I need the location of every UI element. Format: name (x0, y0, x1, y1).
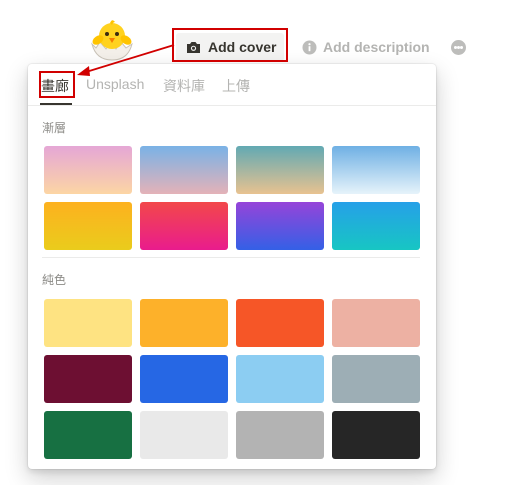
add-description-label: Add description (323, 39, 430, 55)
solid-section-label: 純色 (42, 273, 67, 287)
gradient-blue-rose[interactable] (140, 146, 228, 194)
gradient-blue-cyan[interactable] (332, 202, 420, 250)
gradient-teal-sand[interactable] (236, 146, 324, 194)
annotation-box-gallery-tab (39, 71, 75, 98)
solid-blue[interactable] (140, 355, 228, 403)
solid-maroon[interactable] (44, 355, 132, 403)
section-divider (42, 257, 420, 258)
gradient-orange-yellow[interactable] (44, 202, 132, 250)
solid-salmon[interactable] (332, 299, 420, 347)
solid-gray[interactable] (236, 411, 324, 459)
solid-orange[interactable] (140, 299, 228, 347)
active-tab-indicator (40, 103, 72, 105)
solid-light-yellow[interactable] (44, 299, 132, 347)
annotation-box-add-cover (172, 28, 288, 62)
gradient-red-pink[interactable] (140, 202, 228, 250)
page-icon-chick-emoji[interactable] (86, 18, 138, 62)
more-options-icon[interactable] (451, 40, 466, 55)
gradient-purple-blue[interactable] (236, 202, 324, 250)
cover-picker-popup: 畫廊 Unsplash 資料庫 上傳 漸層 純色 (28, 64, 436, 469)
solid-black[interactable] (332, 411, 420, 459)
solid-green[interactable] (44, 411, 132, 459)
solid-blue-gray[interactable] (332, 355, 420, 403)
info-icon (302, 40, 317, 55)
tab-database[interactable]: 資料庫 (163, 76, 205, 96)
solid-red-orange[interactable] (236, 299, 324, 347)
gradient-pink-peach[interactable] (44, 146, 132, 194)
solid-light-gray[interactable] (140, 411, 228, 459)
add-description-button[interactable]: Add description (302, 33, 430, 61)
gradient-section-label: 漸層 (42, 121, 67, 135)
solid-light-blue[interactable] (236, 355, 324, 403)
tab-upload[interactable]: 上傳 (222, 76, 250, 96)
cover-picker-tabs: 畫廊 Unsplash 資料庫 上傳 (28, 64, 436, 106)
gradient-sky-white[interactable] (332, 146, 420, 194)
tab-unsplash[interactable]: Unsplash (86, 76, 144, 92)
